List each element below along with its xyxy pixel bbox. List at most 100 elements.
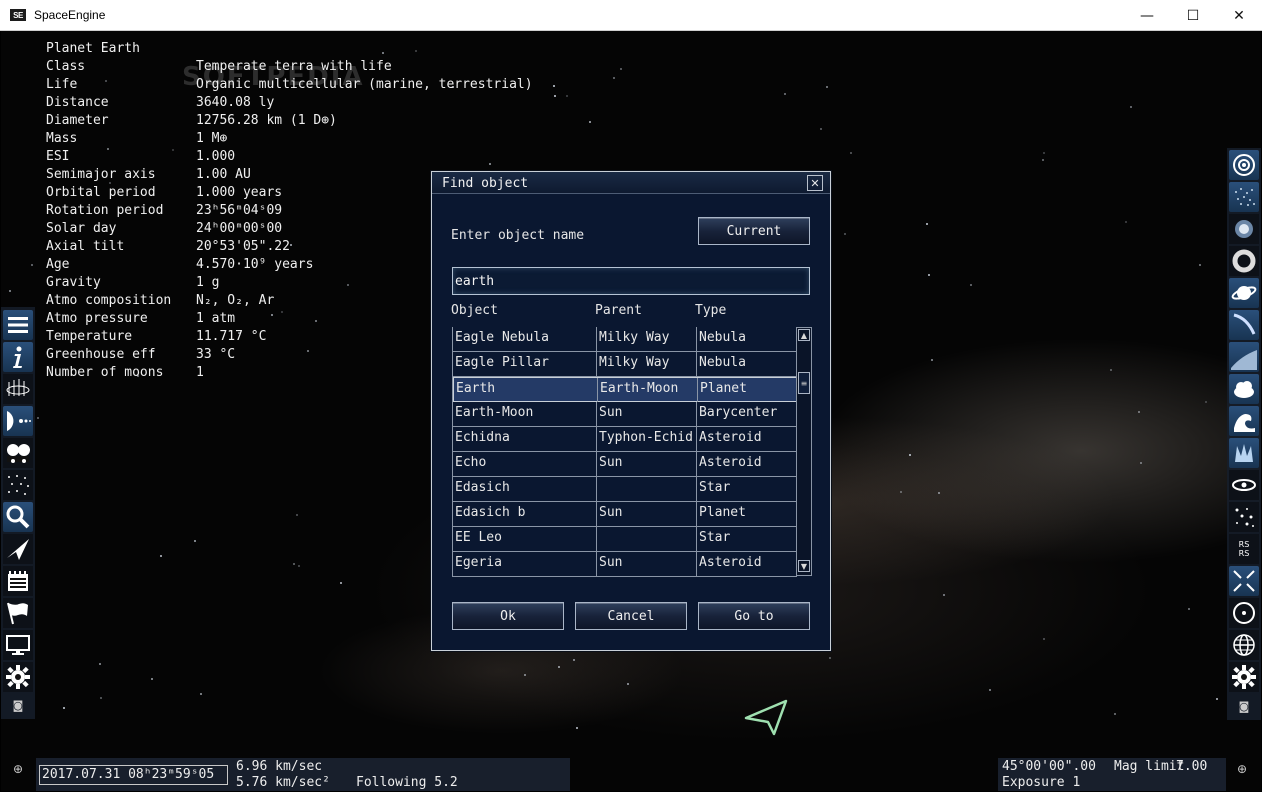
- atmosphere-icon[interactable]: [1229, 342, 1259, 372]
- result-row[interactable]: Egeria Sun Asteroid: [453, 552, 797, 577]
- settings-icon[interactable]: [1229, 662, 1259, 692]
- result-object-cell: Earth: [454, 378, 598, 402]
- result-row[interactable]: Edasich Star: [453, 477, 797, 502]
- scenario-icon[interactable]: [3, 566, 33, 596]
- result-object-cell: Egeria: [453, 552, 597, 576]
- record-icon[interactable]: ◙: [1229, 696, 1259, 716]
- current-button[interactable]: Current: [698, 217, 810, 245]
- ok-button[interactable]: Ok: [452, 602, 564, 630]
- star: [989, 689, 991, 691]
- info-label: Gravity: [46, 275, 101, 290]
- result-type-cell: Star: [697, 527, 797, 551]
- info-value: 1.00 AU: [196, 167, 251, 182]
- scroll-up-button[interactable]: ▲: [798, 329, 810, 341]
- aurora-icon[interactable]: [1229, 438, 1259, 468]
- star: [826, 86, 828, 88]
- status-left-icon[interactable]: ⊕: [8, 758, 28, 780]
- dialog-close-button[interactable]: ✕: [807, 175, 823, 191]
- result-parent-cell: [597, 527, 697, 551]
- ship-cursor-icon: [744, 699, 788, 736]
- star: [37, 417, 39, 419]
- close-window-button[interactable]: ✕: [1216, 0, 1262, 31]
- star: [1140, 462, 1142, 464]
- object-name-input[interactable]: [452, 267, 810, 295]
- info-value: Organic multicellular (marine, terrestri…: [196, 77, 533, 92]
- comet-icon[interactable]: [1229, 310, 1259, 340]
- result-row[interactable]: Echidna Typhon-Echid Asteroid: [453, 427, 797, 452]
- star: [943, 594, 945, 596]
- minimize-button[interactable]: —: [1124, 0, 1170, 31]
- result-row[interactable]: Eagle Nebula Milky Way Nebula: [453, 327, 797, 352]
- water-icon[interactable]: [1229, 406, 1259, 436]
- column-header-parent[interactable]: Parent: [595, 303, 642, 318]
- result-type-cell: Asteroid: [697, 452, 797, 476]
- info-label: Rotation period: [46, 203, 164, 218]
- menu-icon[interactable]: [3, 310, 33, 340]
- ship-icon[interactable]: [3, 534, 33, 564]
- exposure-readout: Exposure 1: [1002, 775, 1081, 790]
- star: [613, 77, 615, 79]
- results-scrollbar[interactable]: ▲ ≡ ▼: [796, 327, 812, 576]
- status-right-icon[interactable]: ⊕: [1232, 758, 1252, 780]
- star-browser-icon[interactable]: [3, 374, 33, 404]
- result-parent-cell: Milky Way: [597, 352, 697, 376]
- flag-icon[interactable]: [3, 598, 33, 628]
- record-icon[interactable]: ◙: [3, 695, 33, 715]
- velocity-readout: 6.96 km/sec: [236, 759, 323, 774]
- info-value: 1 g: [196, 275, 220, 290]
- result-row[interactable]: Earth-Moon Sun Barycenter: [453, 402, 797, 427]
- info-value: 1: [196, 365, 204, 380]
- star: [160, 555, 162, 557]
- status-bar-right: 45°00'00".00 Mag limit 7.00 Exposure 1: [998, 758, 1226, 791]
- dialog-titlebar[interactable]: Find object ✕: [432, 172, 830, 194]
- fullscreen-icon[interactable]: [1229, 566, 1259, 596]
- date-time-field[interactable]: 2017.07.31 08ʰ23ᵐ59ˢ05: [39, 765, 228, 785]
- info-value: 1 atm: [196, 311, 236, 326]
- result-row[interactable]: Earth Earth-Moon Planet: [453, 377, 798, 402]
- clouds-icon[interactable]: [1229, 374, 1259, 404]
- info-row: Life Organic multicellular (marine, terre…: [46, 76, 533, 94]
- labels-icon[interactable]: RS RS: [1229, 534, 1259, 564]
- grid-globe-icon[interactable]: [1229, 630, 1259, 660]
- star: [928, 274, 930, 276]
- stars-icon[interactable]: [1229, 502, 1259, 532]
- maximize-button[interactable]: ☐: [1170, 0, 1216, 31]
- go-to-button[interactable]: Go to: [698, 602, 810, 630]
- column-header-object[interactable]: Object: [451, 303, 498, 318]
- info-value: 11.717 °C: [196, 329, 267, 344]
- scroll-thumb[interactable]: ≡: [798, 372, 810, 394]
- star-field-icon[interactable]: [3, 470, 33, 500]
- scroll-down-button[interactable]: ▼: [798, 560, 810, 572]
- planets-icon[interactable]: [3, 438, 33, 468]
- column-header-type[interactable]: Type: [695, 303, 726, 318]
- planet-ring-icon[interactable]: [1229, 278, 1259, 308]
- info-icon[interactable]: [3, 342, 33, 372]
- solar-system-icon[interactable]: [3, 406, 33, 436]
- settings-icon[interactable]: [3, 662, 33, 692]
- result-row[interactable]: Edasich b Sun Planet: [453, 502, 797, 527]
- result-row[interactable]: Echo Sun Asteroid: [453, 452, 797, 477]
- result-parent-cell: Typhon-Echid: [597, 427, 697, 451]
- nebula-ring-icon[interactable]: [1229, 246, 1259, 276]
- cancel-button[interactable]: Cancel: [575, 602, 687, 630]
- info-label: Temperature: [46, 329, 133, 344]
- galaxy-icon[interactable]: [1229, 150, 1259, 180]
- orbit-icon[interactable]: [1229, 470, 1259, 500]
- display-icon[interactable]: [3, 630, 33, 660]
- result-row[interactable]: EE Leo Star: [453, 527, 797, 552]
- target-icon[interactable]: [1229, 598, 1259, 628]
- star: [1199, 264, 1201, 266]
- fov-readout: 45°00'00".00: [1002, 759, 1096, 774]
- star: [200, 693, 202, 695]
- search-icon[interactable]: [3, 502, 33, 532]
- star: [829, 657, 831, 659]
- star: [151, 678, 153, 680]
- result-row[interactable]: Eagle Pillar Milky Way Nebula: [453, 352, 797, 377]
- star-cluster-icon[interactable]: [1229, 182, 1259, 212]
- dialog-title: Find object: [442, 176, 529, 191]
- globular-cluster-icon[interactable]: [1229, 214, 1259, 244]
- result-parent-cell: Sun: [597, 552, 697, 576]
- result-type-cell: Asteroid: [697, 552, 797, 576]
- star: [100, 697, 102, 699]
- star: [926, 223, 928, 225]
